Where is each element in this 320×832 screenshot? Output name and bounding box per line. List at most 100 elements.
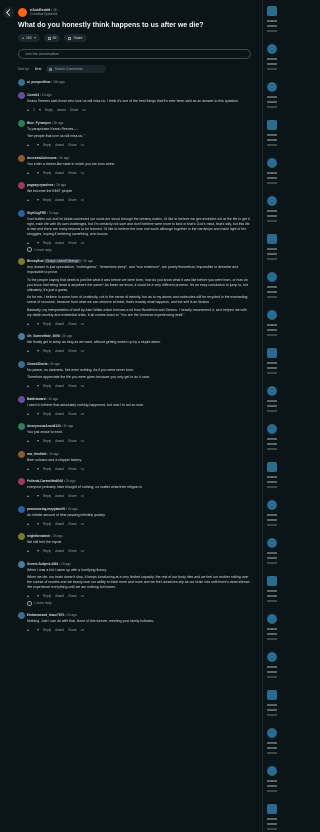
downvote-icon[interactable]: [37, 199, 39, 201]
upvote-icon[interactable]: [27, 171, 29, 174]
related-post-item[interactable]: [263, 722, 277, 760]
comment-author[interactable]: mw_filmfield: [27, 452, 46, 456]
reply-button[interactable]: Reply: [43, 384, 51, 388]
reply-button[interactable]: Reply: [43, 198, 51, 202]
avatar[interactable]: [18, 119, 25, 127]
reply-button[interactable]: Reply: [43, 412, 51, 416]
share-button[interactable]: Share: [68, 241, 77, 245]
downvote-icon[interactable]: [37, 241, 39, 244]
more-options-button[interactable]: •••: [81, 171, 84, 175]
share-button[interactable]: Share: [68, 412, 77, 416]
share-button[interactable]: Share: [68, 594, 77, 598]
sort-dropdown[interactable]: Best: [35, 67, 42, 71]
upvote-icon[interactable]: [27, 595, 29, 597]
more-options-button[interactable]: •••: [81, 322, 84, 326]
reply-button[interactable]: Reply: [43, 628, 51, 632]
related-post-item[interactable]: [263, 646, 277, 684]
related-post-item[interactable]: [263, 380, 277, 418]
related-post-item[interactable]: [263, 760, 277, 798]
avatar[interactable]: [18, 478, 25, 485]
reply-button[interactable]: Reply: [43, 322, 51, 326]
comment-author[interactable]: BlessyBud: [27, 259, 43, 263]
upvote-icon[interactable]: [27, 522, 29, 525]
share-button[interactable]: Share: [68, 322, 77, 326]
related-post-item[interactable]: [263, 494, 277, 532]
award-button[interactable]: Award: [55, 198, 64, 202]
upvote-icon[interactable]: [22, 37, 24, 39]
upvote-icon[interactable]: [27, 144, 29, 146]
related-post-item[interactable]: [263, 76, 277, 114]
downvote-icon[interactable]: [37, 495, 39, 497]
share-button[interactable]: Share: [68, 549, 77, 553]
downvote-icon[interactable]: [37, 522, 39, 525]
share-button[interactable]: Share: [68, 628, 77, 632]
comment-author[interactable]: paypaycrywolves: [27, 183, 53, 187]
downvote-icon[interactable]: [37, 412, 39, 415]
award-button[interactable]: Award: [55, 322, 64, 326]
award-button[interactable]: Award: [55, 549, 64, 553]
avatar[interactable]: [18, 560, 25, 568]
share-button[interactable]: Share: [70, 108, 79, 112]
post-comments-pill[interactable]: 69: [43, 34, 61, 42]
award-button[interactable]: Award: [55, 594, 64, 598]
avatar[interactable]: [18, 533, 25, 540]
avatar[interactable]: [18, 258, 25, 265]
comment-author[interactable]: BattleAward: [27, 397, 46, 401]
upvote-icon[interactable]: [27, 109, 29, 111]
upvote-icon[interactable]: [27, 199, 29, 201]
avatar[interactable]: [18, 79, 25, 86]
reply-button[interactable]: Reply: [43, 522, 51, 526]
reply-button[interactable]: Reply: [43, 467, 51, 471]
reply-button[interactable]: Reply: [43, 143, 51, 147]
avatar[interactable]: [18, 611, 25, 619]
upvote-icon[interactable]: [27, 628, 29, 631]
avatar[interactable]: [18, 209, 25, 217]
downvote-icon[interactable]: [37, 550, 39, 552]
comment-author[interactable]: Embarrassed_Issue7870: [27, 613, 64, 617]
upvote-icon[interactable]: [27, 412, 29, 415]
award-button[interactable]: Award: [55, 522, 64, 526]
comment-search[interactable]: Search Comments: [46, 65, 107, 73]
award-button[interactable]: Award: [55, 241, 64, 245]
comment-author[interactable]: Oh_SomeoHide_3098: [27, 334, 60, 338]
related-post-item[interactable]: [263, 304, 277, 342]
share-button[interactable]: Share: [64, 34, 87, 42]
downvote-icon[interactable]: [37, 322, 39, 325]
share-button[interactable]: Share: [68, 143, 77, 147]
more-options-button[interactable]: •••: [81, 594, 84, 598]
award-button[interactable]: Award: [55, 494, 64, 498]
related-post-item[interactable]: [263, 456, 277, 494]
share-button[interactable]: Share: [68, 349, 77, 353]
upvote-icon[interactable]: [27, 550, 29, 552]
comment-author[interactable]: pronouncing.mayplanet9: [27, 507, 65, 511]
avatar[interactable]: [18, 92, 25, 99]
comment-author[interactable]: PollenaLCarmelitta6048: [27, 479, 63, 483]
award-button[interactable]: Award: [55, 171, 64, 175]
award-button[interactable]: Award: [55, 384, 64, 388]
post-author[interactable]: CreativeSpider01: [30, 12, 58, 16]
award-button[interactable]: Award: [57, 108, 66, 112]
more-options-button[interactable]: •••: [81, 384, 84, 388]
more-options-button[interactable]: •••: [81, 522, 84, 526]
reply-button[interactable]: Reply: [43, 494, 51, 498]
related-post-item[interactable]: [263, 190, 277, 228]
more-replies-link[interactable]: 1 more reply: [27, 600, 251, 606]
more-options-button[interactable]: •••: [81, 198, 84, 202]
comment-author[interactable]: ChaiohlDocla: [27, 362, 47, 366]
more-options-button[interactable]: •••: [81, 439, 84, 443]
downvote-icon[interactable]: [37, 440, 39, 442]
upvote-icon[interactable]: [27, 350, 29, 352]
more-options-button[interactable]: •••: [81, 494, 84, 498]
comment-author[interactable]: AnonymousAnon8123: [27, 424, 61, 428]
related-post-item[interactable]: [263, 38, 277, 76]
share-button[interactable]: Share: [68, 494, 77, 498]
related-post-item[interactable]: [263, 532, 277, 570]
upvote-icon[interactable]: [27, 440, 29, 442]
share-button[interactable]: Share: [68, 384, 77, 388]
more-options-button[interactable]: •••: [81, 241, 84, 245]
avatar[interactable]: [18, 395, 25, 403]
avatar[interactable]: [18, 360, 25, 368]
related-post-item[interactable]: [263, 342, 277, 380]
downvote-icon[interactable]: [33, 37, 36, 39]
avatar[interactable]: [18, 182, 25, 189]
